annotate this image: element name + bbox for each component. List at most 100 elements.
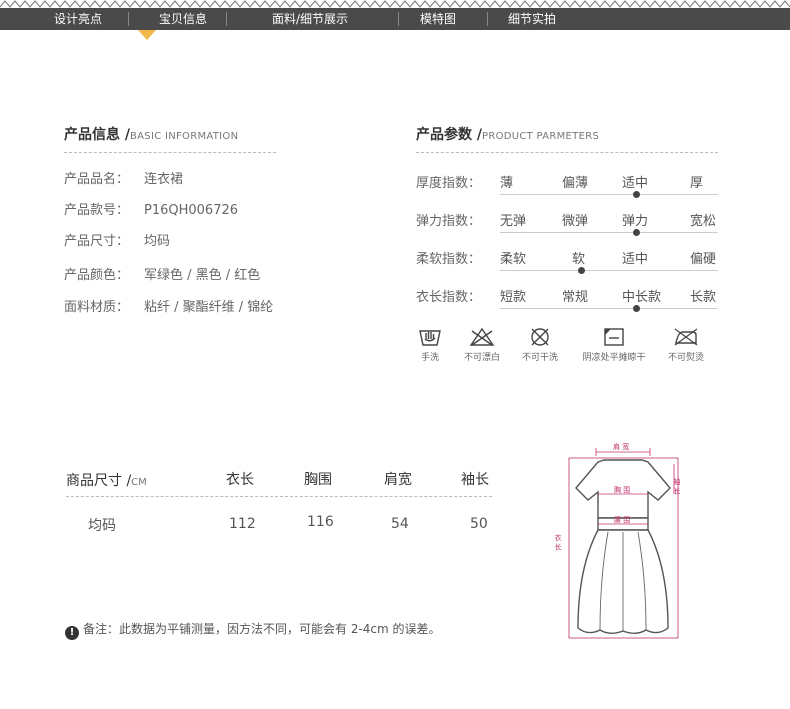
size-table-title-text: 商品尺寸 / (66, 473, 132, 489)
shoulder-measure-label: 肩 宽 (613, 442, 629, 451)
param-option: 软 (572, 252, 586, 267)
measurement-note: ! 备注：此数据为平铺测量，因方法不同，可能会有 2-4cm 的误差。 (65, 620, 441, 640)
care-no-bleach: 不可漂白 (458, 327, 506, 363)
nav-tab-product-info[interactable]: 宝贝信息 (159, 8, 207, 30)
nav-bar: 设计亮点 宝贝信息 面料/细节展示 模特图 细节实拍 (0, 8, 790, 30)
nav-separator (226, 12, 227, 26)
basic-info-subtitle: BASIC INFORMATION (130, 131, 239, 142)
info-row-style-no: 产品款号： P16QH006726 (64, 199, 238, 218)
param-selected-marker (632, 305, 640, 312)
size-cell-sleeve: 50 (470, 516, 488, 532)
no-dry-clean-icon (531, 328, 549, 346)
param-option: 适中 (622, 176, 649, 191)
no-iron-icon (674, 328, 698, 346)
info-key: 产品品名： (64, 172, 130, 187)
nav-separator (398, 12, 399, 26)
nav-tab-fabric-detail[interactable]: 面料/细节展示 (272, 8, 348, 30)
care-hand-wash: 手洗 (414, 327, 446, 363)
hand-wash-icon (419, 330, 441, 346)
info-row-size: 产品尺寸： 均码 (64, 230, 170, 249)
info-value: 均码 (144, 234, 171, 249)
no-bleach-icon (469, 327, 495, 346)
info-value: 连衣裙 (144, 172, 184, 187)
param-option: 柔软 (500, 252, 527, 267)
info-value: 粘纤 / 聚酯纤维 / 锦纶 (144, 300, 274, 315)
size-header-sleeve: 袖长 (461, 472, 489, 488)
param-option: 偏薄 (562, 176, 589, 191)
param-option: 长款 (690, 290, 717, 305)
note-text: 备注：此数据为平铺测量，因方法不同，可能会有 2-4cm 的误差。 (83, 622, 441, 636)
param-scale-line (500, 270, 718, 271)
warning-icon: ! (65, 626, 79, 640)
info-value: 军绿色 / 黑色 / 红色 (144, 268, 261, 283)
info-key: 产品款号： (64, 203, 130, 218)
care-no-dry-clean: 不可干洗 (516, 327, 564, 363)
size-row-size: 均码 (88, 518, 116, 534)
param-option: 中长款 (622, 290, 662, 305)
sleeve-measure-label: 袖 长 (673, 477, 681, 495)
param-selected-marker (632, 191, 640, 198)
nav-tab-design[interactable]: 设计亮点 (54, 8, 102, 30)
param-option: 宽松 (690, 214, 717, 229)
param-option: 无弹 (500, 214, 527, 229)
info-value: P16QH006726 (144, 203, 239, 218)
param-option: 偏硬 (690, 252, 717, 267)
care-label: 不可干洗 (521, 353, 558, 363)
info-row-color: 产品颜色： 军绿色 / 黑色 / 红色 (64, 264, 260, 283)
care-label: 不可熨烫 (667, 353, 704, 363)
nav-separator (487, 12, 488, 26)
param-option: 薄 (500, 176, 514, 191)
care-label: 不可漂白 (463, 353, 500, 363)
param-option: 微弹 (562, 214, 589, 229)
size-cell-chest: 116 (307, 514, 334, 530)
nav-tab-model[interactable]: 模特图 (420, 8, 456, 30)
info-row-name: 产品品名： 连衣裙 (64, 168, 183, 187)
params-title-text: 产品参数 / (416, 127, 482, 143)
size-header-shoulder: 肩宽 (384, 472, 412, 488)
size-cell-length: 112 (229, 516, 256, 532)
param-label: 弹力指数： (416, 214, 482, 229)
size-cell-shoulder: 54 (391, 516, 409, 532)
param-label: 柔软指数： (416, 252, 482, 267)
size-header-chest: 胸围 (304, 472, 332, 488)
param-option: 短款 (500, 290, 527, 305)
param-option: 弹力 (622, 214, 649, 229)
info-key: 面料材质： (64, 300, 130, 315)
size-table-title: 商品尺寸 /CM (66, 470, 147, 490)
param-label: 衣长指数： (416, 290, 482, 305)
basic-info-title: 产品信息 /BASIC INFORMATION (64, 124, 238, 144)
param-scale-line (500, 194, 718, 195)
info-row-material: 面料材质： 粘纤 / 聚酯纤维 / 锦纶 (64, 296, 273, 315)
nav-zigzag-border (0, 0, 790, 8)
shade-dry-flat-icon (604, 328, 624, 346)
basic-info-divider (64, 152, 276, 153)
length-measure-label: 衣 长 (554, 533, 562, 551)
params-title: 产品参数 /PRODUCT PARMETERS (416, 124, 599, 144)
param-scale-line (500, 232, 718, 233)
active-tab-arrow-icon (138, 30, 156, 40)
param-scale-line (500, 308, 718, 309)
dress-measurement-diagram: 肩 宽 袖 长 胸 围 腰 围 衣 长 (554, 442, 681, 639)
care-shade-dry-flat: 阴凉处平摊晾干 (576, 327, 652, 363)
nav-separator (128, 12, 129, 26)
params-divider (416, 152, 718, 153)
info-key: 产品颜色： (64, 268, 130, 283)
size-table-divider (66, 496, 492, 497)
size-header-length: 衣长 (226, 472, 254, 488)
chest-measure-label: 胸 围 (614, 485, 630, 494)
basic-info-title-text: 产品信息 / (64, 127, 130, 143)
nav-tab-detail-photos[interactable]: 细节实拍 (508, 8, 556, 30)
param-option: 厚 (690, 176, 704, 191)
param-label: 厚度指数： (416, 176, 482, 191)
size-table-unit: CM (131, 477, 147, 488)
care-no-iron: 不可熨烫 (662, 327, 710, 363)
param-selected-marker (578, 267, 586, 274)
params-subtitle: PRODUCT PARMETERS (482, 131, 600, 142)
param-option: 常规 (562, 290, 589, 305)
param-option: 适中 (622, 252, 649, 267)
care-label: 阴凉处平摊晾干 (582, 353, 646, 363)
info-key: 产品尺寸： (64, 234, 130, 249)
param-selected-marker (632, 229, 640, 236)
waist-measure-label: 腰 围 (614, 516, 630, 524)
care-label: 手洗 (420, 353, 439, 363)
